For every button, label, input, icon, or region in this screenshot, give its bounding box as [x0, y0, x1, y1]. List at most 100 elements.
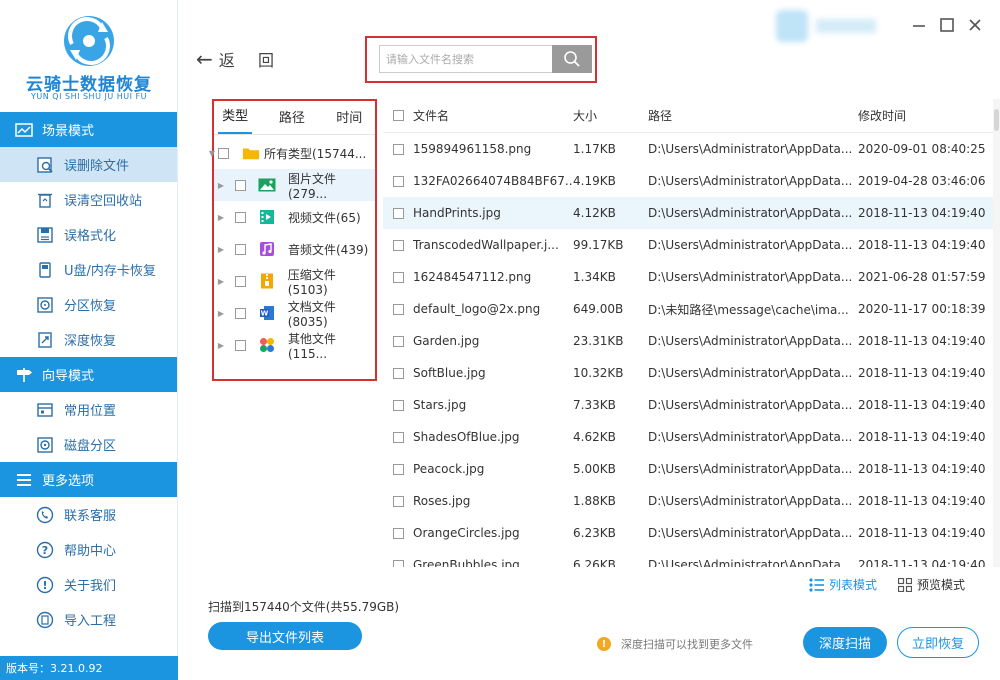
- category-checkbox[interactable]: [235, 211, 246, 223]
- file-size: 1.17KB: [573, 142, 616, 156]
- file-path: D:\Users\Administrator\AppData...: [648, 238, 853, 252]
- search-button[interactable]: [552, 45, 592, 73]
- table-row[interactable]: Roses.jpg 1.88KB D:\Users\Administrator\Ap…: [383, 485, 993, 517]
- select-all-checkbox[interactable]: [392, 110, 404, 121]
- header-name[interactable]: 文件名: [413, 107, 573, 124]
- category-checkbox[interactable]: [235, 243, 246, 255]
- row-checkbox[interactable]: [392, 527, 404, 539]
- row-checkbox[interactable]: [392, 559, 404, 567]
- row-checkbox-cell: [383, 143, 413, 155]
- row-checkbox[interactable]: [392, 431, 404, 443]
- search-icon: [564, 51, 580, 67]
- list-mode-button[interactable]: 列表模式: [809, 576, 877, 593]
- header-size[interactable]: 大小: [573, 107, 648, 124]
- deep-scan-button[interactable]: 深度扫描: [803, 627, 887, 658]
- table-row[interactable]: ShadesOfBlue.jpg 4.62KB D:\Users\Administr…: [383, 421, 993, 453]
- tab-type[interactable]: 类型: [218, 105, 253, 134]
- category-all-types[interactable]: ▼ 所有类型(15744...: [209, 137, 375, 169]
- nav-usb-card[interactable]: U盘/内存卡恢复: [0, 252, 177, 287]
- file-size: 23.31KB: [573, 334, 624, 348]
- nav-format[interactable]: 误格式化: [0, 217, 177, 252]
- header-time[interactable]: 修改时间: [858, 107, 993, 124]
- table-row[interactable]: Garden.jpg 23.31KB D:\Users\Administrator\…: [383, 325, 993, 357]
- nav-deep-recovery[interactable]: 深度恢复: [0, 322, 177, 357]
- category-checkbox[interactable]: [234, 307, 246, 319]
- nav-contact-support[interactable]: 联系客服: [0, 497, 177, 532]
- maximize-button[interactable]: [936, 14, 958, 36]
- user-avatar-area[interactable]: [776, 10, 886, 42]
- category-checkbox[interactable]: [235, 179, 246, 191]
- row-checkbox[interactable]: [392, 239, 404, 251]
- row-checkbox[interactable]: [392, 399, 404, 411]
- close-button[interactable]: [964, 14, 986, 36]
- table-row[interactable]: default_logo@2x.png 649.00B D:\未知路径\messag…: [383, 293, 993, 325]
- section-guide-mode[interactable]: 向导模式: [0, 357, 177, 392]
- section-more-options[interactable]: 更多选项: [0, 462, 177, 497]
- nav-disk-partition[interactable]: 磁盘分区: [0, 427, 177, 462]
- row-checkbox[interactable]: [392, 463, 404, 475]
- table-row[interactable]: GreenBubbles.jpg 6.26KB D:\Users\Administr…: [383, 549, 993, 567]
- category-checkbox[interactable]: [235, 339, 246, 351]
- file-size: 1.34KB: [573, 270, 616, 284]
- header-path[interactable]: 路径: [648, 107, 858, 124]
- row-checkbox[interactable]: [392, 143, 404, 155]
- help-icon: ?: [36, 541, 54, 559]
- nav-label: 关于我们: [64, 579, 117, 594]
- category-label: 音频文件(439): [288, 242, 369, 257]
- scrollbar-thumb[interactable]: [994, 109, 999, 131]
- table-row[interactable]: 132FA02664074B84BF67... 4.19KB D:\Users\Ad…: [383, 165, 993, 197]
- row-checkbox[interactable]: [392, 207, 404, 219]
- table-row[interactable]: TranscodedWallpaper.j... 99.17KB D:\Users\…: [383, 229, 993, 261]
- row-checkbox[interactable]: [392, 335, 404, 347]
- table-row[interactable]: Peacock.jpg 5.00KB D:\Users\Administrator\…: [383, 453, 993, 485]
- row-checkbox[interactable]: [392, 271, 404, 283]
- table-row[interactable]: 162484547112.png 1.34KB D:\Users\Administr…: [383, 261, 993, 293]
- table-row[interactable]: Stars.jpg 7.33KB D:\Users\Administrator\Ap…: [383, 389, 993, 421]
- tab-path[interactable]: 路径: [266, 107, 317, 134]
- expand-triangle-icon: ▶: [217, 212, 225, 222]
- file-rows: 159894961158.png 1.17KB D:\Users\Administr…: [383, 133, 993, 567]
- row-checkbox[interactable]: [392, 303, 404, 315]
- row-checkbox[interactable]: [392, 367, 404, 379]
- row-checkbox[interactable]: [392, 175, 404, 187]
- search-input[interactable]: [380, 46, 552, 72]
- export-file-list-button[interactable]: 导出文件列表: [208, 622, 362, 650]
- table-row[interactable]: HandPrints.jpg 4.12KB D:\Users\Administrat…: [383, 197, 993, 229]
- row-checkbox[interactable]: [392, 495, 404, 507]
- category-documents[interactable]: ▶ W 文档文件(8035): [214, 297, 375, 329]
- audio-icon: [258, 241, 276, 257]
- file-list-scrollbar[interactable]: [993, 99, 1000, 567]
- back-button[interactable]: ← 返: [196, 47, 235, 71]
- nav-import-project[interactable]: 导入工程: [0, 602, 177, 637]
- recover-now-button[interactable]: 立即恢复: [897, 627, 979, 658]
- category-videos[interactable]: ▶ 视频文件(65): [214, 201, 375, 233]
- maximize-icon: [940, 18, 954, 32]
- refresh-button[interactable]: 回: [258, 47, 274, 71]
- import-icon: [36, 611, 54, 629]
- preview-mode-button[interactable]: 预览模式: [898, 576, 965, 593]
- table-row[interactable]: 159894961158.png 1.17KB D:\Users\Administr…: [383, 133, 993, 165]
- category-audio[interactable]: ▶ 音频文件(439): [214, 233, 375, 265]
- list-view-icon: [809, 577, 824, 592]
- expand-triangle-icon: ▶: [217, 308, 225, 318]
- user-name-blurred: [816, 19, 876, 33]
- nav-common-location[interactable]: 常用位置: [0, 392, 177, 427]
- category-other[interactable]: ▶ 其他文件(115...: [214, 329, 375, 361]
- file-path: D:\Users\Administrator\AppData...: [648, 558, 853, 567]
- other-files-icon: [258, 337, 276, 353]
- category-checkbox[interactable]: [218, 147, 229, 159]
- nav-deleted-files[interactable]: 误删除文件: [0, 147, 177, 182]
- minimize-button[interactable]: [908, 14, 930, 36]
- section-scene-mode[interactable]: 场景模式: [0, 112, 177, 147]
- nav-about-us[interactable]: ! 关于我们: [0, 567, 177, 602]
- tab-time[interactable]: 时间: [324, 107, 375, 134]
- category-checkbox[interactable]: [234, 275, 246, 287]
- nav-help-center[interactable]: ? 帮助中心: [0, 532, 177, 567]
- nav-recycle-bin[interactable]: 误清空回收站: [0, 182, 177, 217]
- category-images[interactable]: ▶ 图片文件(279...: [214, 169, 375, 201]
- table-row[interactable]: OrangeCircles.jpg 6.23KB D:\Users\Administ…: [383, 517, 993, 549]
- nav-partition[interactable]: 分区恢复: [0, 287, 177, 322]
- file-path: D:\Users\Administrator\AppData...: [648, 398, 853, 412]
- category-archives[interactable]: ▶ 压缩文件(5103): [214, 265, 375, 297]
- table-row[interactable]: SoftBlue.jpg 10.32KB D:\Users\Administrato…: [383, 357, 993, 389]
